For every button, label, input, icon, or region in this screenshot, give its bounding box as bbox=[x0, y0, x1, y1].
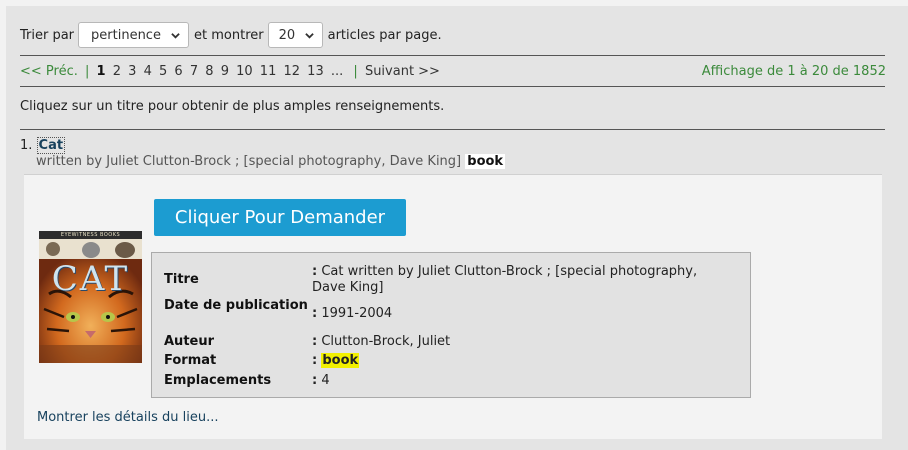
detail-label: Emplacements bbox=[164, 373, 272, 388]
page-link[interactable]: 13 bbox=[307, 64, 324, 79]
detail-row-author: Auteur : Clutton-Brock, Juliet bbox=[164, 334, 732, 350]
pager-separator: | bbox=[85, 64, 90, 79]
pagination: << Préc. | 1 2 3 4 5 6 7 8 9 10 11 12 13… bbox=[20, 64, 440, 79]
detail-row-title: Titre : Cat written by Juliet Clutton-Br… bbox=[164, 264, 732, 296]
page-link[interactable]: 3 bbox=[128, 64, 136, 79]
cover-series-label: EYEWITNESS BOOKS bbox=[39, 231, 142, 239]
page-link[interactable]: 10 bbox=[236, 64, 253, 79]
pager-ellipsis: ... bbox=[330, 64, 344, 79]
show-location-details-link[interactable]: Montrer les détails du lieu... bbox=[37, 410, 218, 425]
result-title-link[interactable]: Cat bbox=[36, 137, 66, 154]
cover-title-text: CAT bbox=[51, 259, 130, 299]
detail-row-locations: Emplacements : 4 bbox=[164, 373, 732, 389]
instruction-text: Cliquez sur un titre pour obtenir de plu… bbox=[20, 99, 445, 114]
current-page: 1 bbox=[96, 64, 106, 79]
byline-text: written by Juliet Clutton-Brock ; [speci… bbox=[36, 154, 462, 169]
page-link[interactable]: 4 bbox=[144, 64, 152, 79]
result-byline: written by Juliet Clutton-Brock ; [speci… bbox=[36, 154, 506, 169]
pager-separator: | bbox=[353, 64, 358, 79]
page-link[interactable]: 9 bbox=[221, 64, 229, 79]
page-left-border bbox=[0, 0, 6, 450]
format-highlight: book bbox=[321, 353, 360, 368]
cover-art bbox=[39, 239, 142, 363]
detail-label: Format bbox=[164, 353, 217, 368]
divider bbox=[20, 86, 885, 87]
page-link[interactable]: 7 bbox=[190, 64, 198, 79]
details-table: Titre : Cat written by Juliet Clutton-Br… bbox=[151, 252, 751, 398]
divider bbox=[20, 129, 885, 130]
detail-value: : Clutton-Brock, Juliet bbox=[312, 334, 451, 349]
result-heading: 1. Cat bbox=[20, 137, 66, 154]
divider bbox=[20, 55, 885, 56]
prev-page-link[interactable]: << Préc. bbox=[20, 64, 78, 79]
request-button[interactable]: Cliquer Pour Demander bbox=[154, 199, 406, 236]
sort-select-value: pertinence bbox=[91, 27, 161, 43]
detail-row-date: Date de publication : 1991-2004 bbox=[164, 298, 732, 322]
detail-value: : 4 bbox=[312, 373, 330, 388]
sort-prefix-label: Trier par bbox=[20, 27, 75, 43]
result-index: 1. bbox=[20, 138, 33, 153]
results-count: Affichage de 1 à 20 de 1852 bbox=[701, 64, 886, 79]
detail-value: : 1991-2004 bbox=[312, 306, 393, 321]
sort-select[interactable]: pertinence bbox=[78, 22, 190, 48]
next-page-link[interactable]: Suivant >> bbox=[365, 64, 440, 79]
format-badge: book bbox=[465, 154, 506, 169]
book-cover-image[interactable]: EYEWITNESS BOOKS CAT bbox=[39, 231, 142, 363]
page-link[interactable]: 11 bbox=[260, 64, 277, 79]
chevron-down-icon bbox=[304, 32, 314, 39]
detail-value: : Cat written by Juliet Clutton-Brock ; … bbox=[312, 264, 698, 295]
sort-bar: Trier par pertinence et montrer 20 artic… bbox=[20, 21, 446, 49]
page-link[interactable]: 12 bbox=[283, 64, 300, 79]
per-page-select-value: 20 bbox=[278, 27, 296, 43]
detail-value: : book bbox=[312, 353, 360, 368]
page-link[interactable]: 8 bbox=[205, 64, 213, 79]
sort-middle-label: et montrer bbox=[194, 27, 264, 43]
page-link[interactable]: 6 bbox=[174, 64, 182, 79]
detail-label: Titre bbox=[164, 272, 199, 287]
page-link[interactable]: 5 bbox=[159, 64, 167, 79]
chevron-down-icon bbox=[171, 32, 180, 39]
sort-suffix-label: articles par page. bbox=[327, 27, 442, 43]
detail-label: Date de publication bbox=[164, 298, 308, 313]
page-link[interactable]: 2 bbox=[113, 64, 121, 79]
detail-label: Auteur bbox=[164, 334, 215, 349]
per-page-select[interactable]: 20 bbox=[267, 22, 323, 48]
detail-row-format: Format : book bbox=[164, 353, 732, 369]
page-top-border bbox=[0, 0, 908, 6]
